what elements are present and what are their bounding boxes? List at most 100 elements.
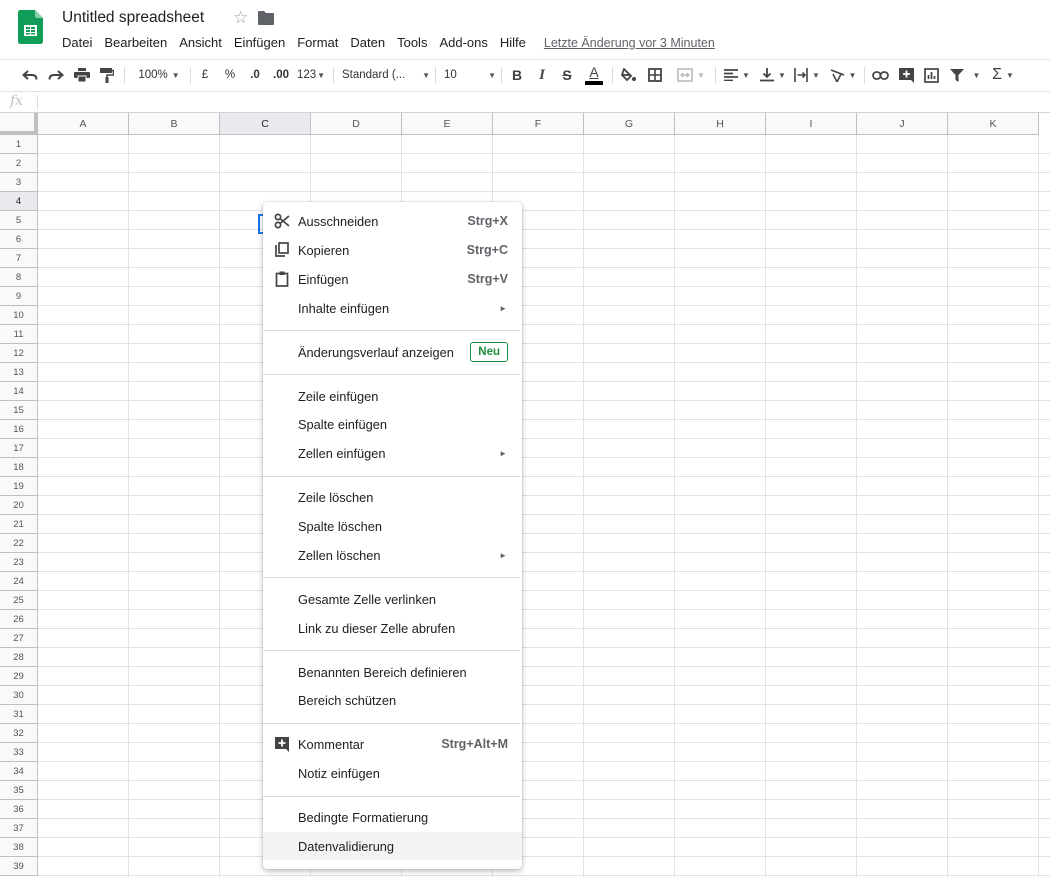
column-header-k[interactable]: K bbox=[948, 113, 1039, 135]
undo-button[interactable] bbox=[20, 60, 40, 90]
row-header-15[interactable]: 15 bbox=[0, 401, 38, 420]
row-header-31[interactable]: 31 bbox=[0, 705, 38, 724]
row-header-22[interactable]: 22 bbox=[0, 534, 38, 553]
row-header-36[interactable]: 36 bbox=[0, 800, 38, 819]
column-header-c[interactable]: C bbox=[220, 113, 311, 135]
fill-color-button[interactable] bbox=[620, 60, 638, 90]
row-header-2[interactable]: 2 bbox=[0, 154, 38, 173]
row-header-16[interactable]: 16 bbox=[0, 420, 38, 439]
strikethrough-button[interactable]: S bbox=[558, 60, 576, 90]
menu-ansicht[interactable]: Ansicht bbox=[173, 34, 228, 52]
row-header-24[interactable]: 24 bbox=[0, 572, 38, 591]
menu-item-insert-cells[interactable]: Zellen einfügen ► bbox=[263, 439, 522, 467]
text-rotation-button[interactable]: ▼ bbox=[828, 60, 858, 90]
column-header-b[interactable]: B bbox=[129, 113, 220, 135]
menu-item-delete-cells[interactable]: Zellen löschen ► bbox=[263, 541, 522, 569]
font-family-select[interactable]: Standard (... ▼ bbox=[342, 60, 430, 90]
document-title[interactable]: Untitled spreadsheet bbox=[62, 9, 204, 27]
folder-icon[interactable] bbox=[258, 11, 274, 25]
menu-item-get-cell-link[interactable]: Link zu dieser Zelle abrufen bbox=[263, 614, 522, 642]
paint-format-button[interactable] bbox=[97, 60, 117, 90]
redo-button[interactable] bbox=[46, 60, 66, 90]
insert-link-button[interactable] bbox=[870, 60, 890, 90]
row-header-30[interactable]: 30 bbox=[0, 686, 38, 705]
insert-chart-button[interactable] bbox=[921, 60, 941, 90]
menu-item-delete-column[interactable]: Spalte löschen bbox=[263, 512, 522, 540]
row-header-5[interactable]: 5 bbox=[0, 211, 38, 230]
menu-item-link-cell[interactable]: Gesamte Zelle verlinken bbox=[263, 585, 522, 613]
menu-item-paste[interactable]: Einfügen Strg+V bbox=[263, 265, 522, 293]
menu-datei[interactable]: Datei bbox=[56, 34, 98, 52]
column-header-h[interactable]: H bbox=[675, 113, 766, 135]
increase-decimal-button[interactable]: .00 bbox=[269, 60, 293, 90]
borders-button[interactable] bbox=[646, 60, 664, 90]
menu-item-protect-range[interactable]: Bereich schützen bbox=[263, 686, 522, 714]
row-header-6[interactable]: 6 bbox=[0, 230, 38, 249]
menu-add-ons[interactable]: Add-ons bbox=[433, 34, 493, 52]
font-size-select[interactable]: 10 ▼ bbox=[444, 60, 496, 90]
row-header-33[interactable]: 33 bbox=[0, 743, 38, 762]
vertical-align-button[interactable]: ▼ bbox=[758, 60, 788, 90]
row-header-27[interactable]: 27 bbox=[0, 629, 38, 648]
row-header-11[interactable]: 11 bbox=[0, 325, 38, 344]
menu-item-insert-row[interactable]: Zeile einfügen bbox=[263, 382, 522, 410]
currency-format-button[interactable]: £ bbox=[197, 60, 213, 90]
row-header-19[interactable]: 19 bbox=[0, 477, 38, 496]
menu-item-insert-note[interactable]: Notiz einfügen bbox=[263, 759, 522, 787]
menu-einfuegen[interactable]: Einfügen bbox=[228, 34, 291, 52]
text-wrapping-button[interactable]: ▼ bbox=[792, 60, 822, 90]
menu-item-cut[interactable]: Ausschneiden Strg+X bbox=[263, 207, 522, 235]
row-header-35[interactable]: 35 bbox=[0, 781, 38, 800]
menu-daten[interactable]: Daten bbox=[344, 34, 391, 52]
horizontal-align-button[interactable]: ▼ bbox=[722, 60, 752, 90]
menu-item-copy[interactable]: Kopieren Strg+C bbox=[263, 236, 522, 264]
column-header-d[interactable]: D bbox=[311, 113, 402, 135]
print-button[interactable] bbox=[72, 60, 92, 90]
row-header-37[interactable]: 37 bbox=[0, 819, 38, 838]
row-header-14[interactable]: 14 bbox=[0, 382, 38, 401]
last-edit-link[interactable]: Letzte Änderung vor 3 Minuten bbox=[544, 36, 715, 50]
menu-format[interactable]: Format bbox=[291, 34, 344, 52]
zoom-select[interactable]: 100% ▼ bbox=[132, 60, 186, 90]
row-header-3[interactable]: 3 bbox=[0, 173, 38, 192]
row-header-12[interactable]: 12 bbox=[0, 344, 38, 363]
row-header-38[interactable]: 38 bbox=[0, 838, 38, 857]
row-header-34[interactable]: 34 bbox=[0, 762, 38, 781]
row-header-23[interactable]: 23 bbox=[0, 553, 38, 572]
row-header-10[interactable]: 10 bbox=[0, 306, 38, 325]
decrease-decimal-button[interactable]: .0 bbox=[244, 60, 266, 90]
menu-item-comment[interactable]: Kommentar Strg+Alt+M bbox=[263, 730, 522, 758]
bold-button[interactable]: B bbox=[508, 60, 526, 90]
row-header-25[interactable]: 25 bbox=[0, 591, 38, 610]
row-header-17[interactable]: 17 bbox=[0, 439, 38, 458]
functions-button[interactable]: Σ ▼ bbox=[988, 60, 1018, 90]
column-header-j[interactable]: J bbox=[857, 113, 948, 135]
row-header-39[interactable]: 39 bbox=[0, 857, 38, 876]
row-header-8[interactable]: 8 bbox=[0, 268, 38, 287]
sheets-logo-icon[interactable] bbox=[18, 10, 43, 44]
row-header-7[interactable]: 7 bbox=[0, 249, 38, 268]
insert-comment-button[interactable] bbox=[896, 60, 916, 90]
column-header-f[interactable]: F bbox=[493, 113, 584, 135]
menu-item-delete-row[interactable]: Zeile löschen bbox=[263, 483, 522, 511]
filter-button[interactable]: ▼ bbox=[947, 60, 983, 90]
menu-item-version-history[interactable]: Änderungsverlauf anzeigen Neu bbox=[263, 338, 522, 366]
select-all-corner[interactable] bbox=[0, 113, 38, 135]
cell-grid[interactable] bbox=[38, 135, 1050, 877]
column-header-a[interactable]: A bbox=[38, 113, 129, 135]
menu-item-conditional-formatting[interactable]: Bedingte Formatierung bbox=[263, 803, 522, 831]
merge-cells-button[interactable]: ▼ bbox=[673, 60, 709, 90]
menu-item-paste-special[interactable]: Inhalte einfügen ► bbox=[263, 294, 522, 322]
menu-item-data-validation[interactable]: Datenvalidierung bbox=[263, 832, 522, 860]
column-header-i[interactable]: I bbox=[766, 113, 857, 135]
menu-item-insert-column[interactable]: Spalte einfügen bbox=[263, 410, 522, 438]
row-header-9[interactable]: 9 bbox=[0, 287, 38, 306]
number-format-select[interactable]: 123 ▼ bbox=[296, 60, 326, 90]
italic-button[interactable]: I bbox=[533, 60, 551, 90]
text-color-button[interactable]: A bbox=[584, 60, 604, 90]
percent-format-button[interactable]: % bbox=[222, 60, 238, 90]
row-header-4[interactable]: 4 bbox=[0, 192, 38, 211]
row-header-32[interactable]: 32 bbox=[0, 724, 38, 743]
row-header-20[interactable]: 20 bbox=[0, 496, 38, 515]
menu-item-named-range[interactable]: Benannten Bereich definieren bbox=[263, 658, 522, 686]
